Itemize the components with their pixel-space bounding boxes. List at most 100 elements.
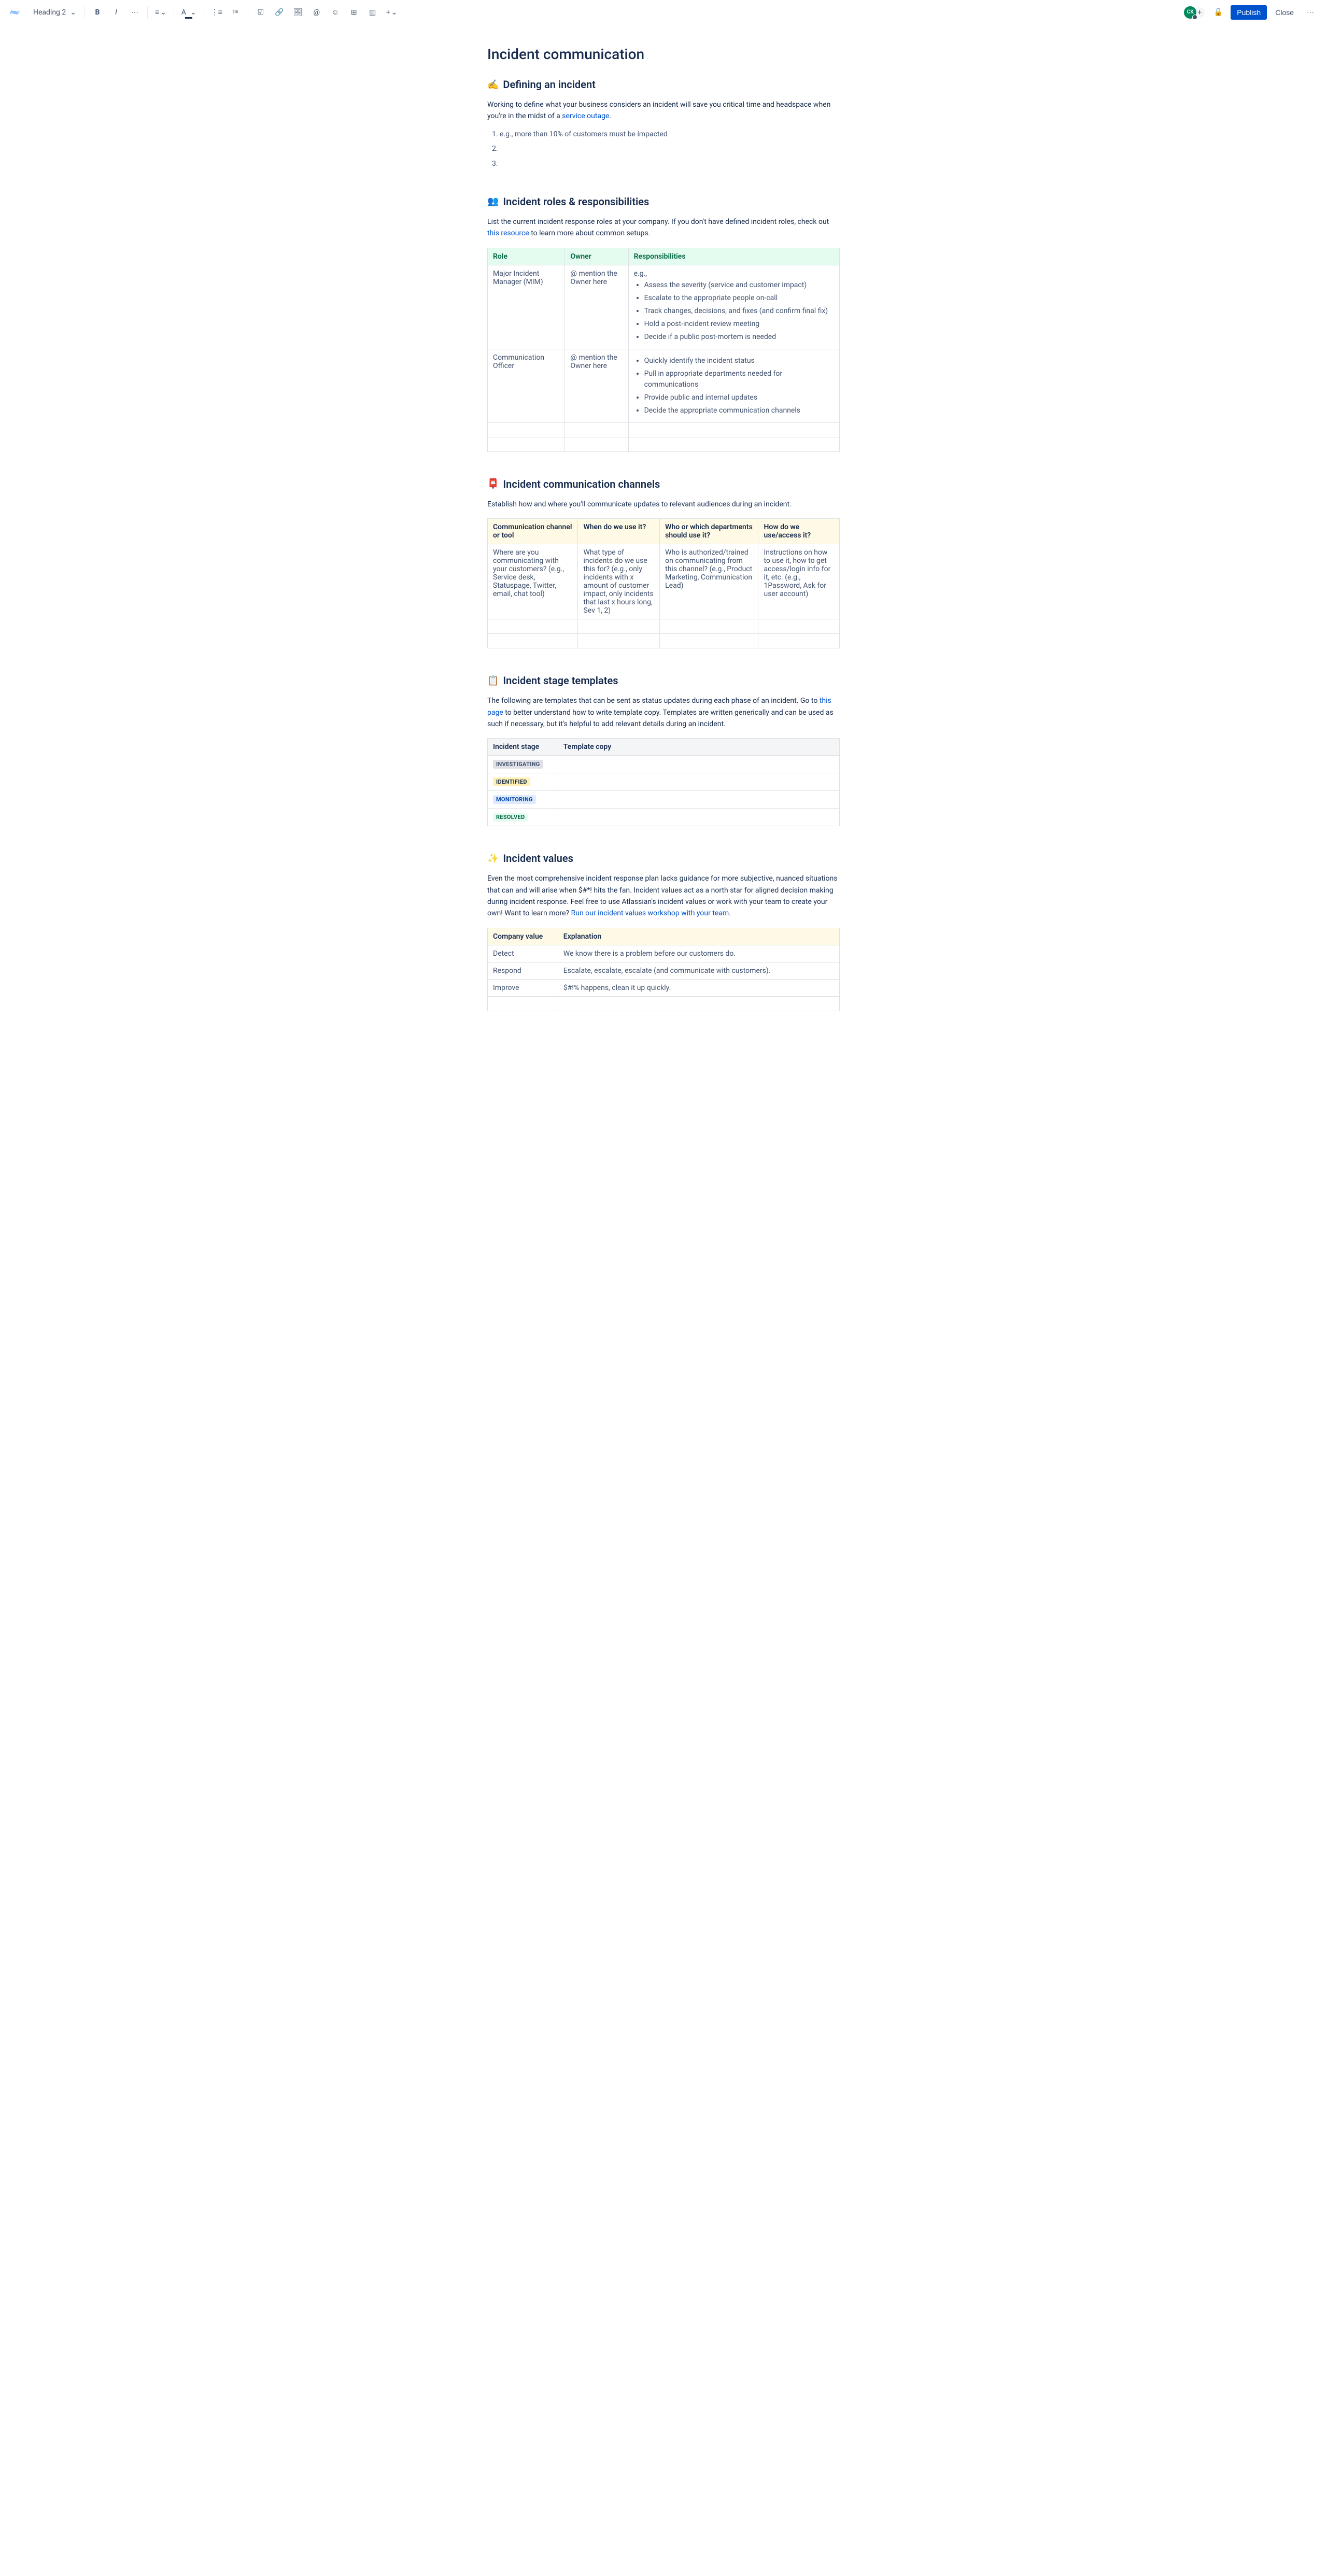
table-row[interactable]: MONITORING xyxy=(488,791,840,809)
resource-link[interactable]: this resource xyxy=(487,229,529,237)
bullet-list-icon: ⋮≡ xyxy=(211,8,222,17)
cell-stage[interactable]: INVESTIGATING xyxy=(488,756,558,773)
link-button[interactable]: 🔗 xyxy=(271,4,288,21)
sparkles-emoji: ✨ xyxy=(487,853,499,864)
table-row[interactable]: RespondEscalate, escalate, escalate (and… xyxy=(488,962,840,979)
cell[interactable]: Who is authorized/trained on communicati… xyxy=(660,544,758,619)
heading-roles[interactable]: 👥 Incident roles & responsibilities xyxy=(487,195,840,208)
cell-value[interactable]: Detect xyxy=(488,945,558,962)
cell-stage[interactable]: IDENTIFIED xyxy=(488,773,558,791)
confluence-logo-icon[interactable] xyxy=(8,6,21,19)
th-value: Company value xyxy=(488,928,558,945)
cell-explanation[interactable]: Escalate, escalate, escalate (and commun… xyxy=(558,962,839,979)
cell[interactable] xyxy=(558,809,839,826)
publish-button[interactable]: Publish xyxy=(1231,5,1267,20)
table-row[interactable]: Communication Officer @ mention the Owne… xyxy=(488,349,840,422)
page-title[interactable]: Incident communication xyxy=(487,46,840,63)
channels-table[interactable]: Communication channel or tool When do we… xyxy=(487,518,840,648)
table-row[interactable]: Major Incident Manager (MIM) @ mention t… xyxy=(488,265,840,349)
bullet-list-button[interactable]: ⋮≡ xyxy=(208,4,225,21)
table-row[interactable]: IDENTIFIED xyxy=(488,773,840,791)
action-item-button[interactable]: ☑ xyxy=(252,4,269,21)
chevron-down-icon: ⌄ xyxy=(70,8,76,17)
close-button[interactable]: Close xyxy=(1271,5,1298,20)
numbered-list-icon: 1≡ xyxy=(232,9,238,15)
list-item[interactable] xyxy=(500,158,840,169)
th: When do we use it? xyxy=(578,519,660,544)
table-row[interactable] xyxy=(488,619,840,634)
mention-button[interactable]: @ xyxy=(308,4,325,21)
templates-table[interactable]: Incident stage Template copy INVESTIGATI… xyxy=(487,738,840,826)
cell-explanation[interactable]: $#!% happens, clean it up quickly. xyxy=(558,979,839,996)
cell-explanation[interactable]: We know there is a problem before our cu… xyxy=(558,945,839,962)
table-button[interactable]: ⊞ xyxy=(346,4,362,21)
values-table[interactable]: Company value Explanation DetectWe know … xyxy=(487,928,840,1011)
table-row[interactable]: Where are you communicating with your cu… xyxy=(488,544,840,619)
cell-owner[interactable]: @ mention the Owner here xyxy=(565,349,628,422)
table-row[interactable]: INVESTIGATING xyxy=(488,756,840,773)
cell-role[interactable]: Communication Officer xyxy=(488,349,565,422)
heading-templates[interactable]: 📋 Incident stage templates xyxy=(487,674,840,687)
list-item: Assess the severity (service and custome… xyxy=(644,280,834,291)
th-responsibilities: Responsibilities xyxy=(628,248,839,265)
cell-value[interactable]: Improve xyxy=(488,979,558,996)
numbered-list-button[interactable]: 1≡ xyxy=(227,4,244,21)
table-row[interactable] xyxy=(488,996,840,1011)
emoji-button[interactable]: ☺ xyxy=(327,4,344,21)
more-actions-button[interactable]: ⋯ xyxy=(1302,4,1319,21)
restrictions-button[interactable]: 🔓 xyxy=(1210,4,1226,21)
defining-list[interactable]: e.g., more than 10% of customers must be… xyxy=(500,129,840,169)
user-avatar[interactable]: CK xyxy=(1184,6,1196,19)
text-color-button[interactable]: A ⌄ xyxy=(178,4,200,21)
cell-stage[interactable]: RESOLVED xyxy=(488,809,558,826)
cell-owner[interactable]: @ mention the Owner here xyxy=(565,265,628,349)
table-row[interactable]: DetectWe know there is a problem before … xyxy=(488,945,840,962)
layout-icon: ▥ xyxy=(369,8,376,17)
italic-button[interactable]: I xyxy=(108,4,124,21)
paragraph[interactable]: List the current incident response roles… xyxy=(487,216,840,239)
workshop-link[interactable]: Run our incident values workshop with yo… xyxy=(571,909,729,917)
cell[interactable]: What type of incidents do we use this fo… xyxy=(578,544,660,619)
bold-button[interactable]: B xyxy=(89,4,106,21)
th-owner: Owner xyxy=(565,248,628,265)
heading-values[interactable]: ✨ Incident values xyxy=(487,852,840,865)
table-row[interactable] xyxy=(488,422,840,437)
paragraph[interactable]: Even the most comprehensive incident res… xyxy=(487,873,840,919)
cell[interactable] xyxy=(558,756,839,773)
editor-toolbar: Heading 2 ⌄ B I ⋯ ≡ ⌄ A ⌄ ⋮≡ 1≡ ☑ 🔗 🖼 @ … xyxy=(0,0,1327,25)
cell-resp[interactable]: e.g., Assess the severity (service and c… xyxy=(628,265,839,349)
list-item: Pull in appropriate departments needed f… xyxy=(644,369,834,390)
paragraph[interactable]: Working to define what your business con… xyxy=(487,99,840,122)
table-row[interactable] xyxy=(488,634,840,648)
table-row[interactable]: RESOLVED xyxy=(488,809,840,826)
paragraph[interactable]: The following are templates that can be … xyxy=(487,695,840,730)
service-outage-link[interactable]: service outage xyxy=(562,112,609,120)
list-item[interactable]: e.g., more than 10% of customers must be… xyxy=(500,129,840,140)
table-row[interactable] xyxy=(488,437,840,451)
layout-button[interactable]: ▥ xyxy=(364,4,381,21)
cell[interactable]: Instructions on how to use it, how to ge… xyxy=(758,544,840,619)
th-stage: Incident stage xyxy=(488,739,558,756)
th-copy: Template copy xyxy=(558,739,839,756)
cell[interactable]: Where are you communicating with your cu… xyxy=(488,544,578,619)
cell-resp[interactable]: Quickly identify the incident status Pul… xyxy=(628,349,839,422)
cell-value[interactable]: Respond xyxy=(488,962,558,979)
cell[interactable] xyxy=(558,773,839,791)
image-button[interactable]: 🖼 xyxy=(290,4,306,21)
heading-defining[interactable]: ✍️ Defining an incident xyxy=(487,78,840,91)
chevron-down-icon: ⌄ xyxy=(391,8,398,17)
heading-channels[interactable]: 📮 Incident communication channels xyxy=(487,478,840,490)
cell-role[interactable]: Major Incident Manager (MIM) xyxy=(488,265,565,349)
cell-stage[interactable]: MONITORING xyxy=(488,791,558,809)
cell[interactable] xyxy=(558,791,839,809)
roles-table[interactable]: Role Owner Responsibilities Major Incide… xyxy=(487,248,840,452)
table-row[interactable]: Improve$#!% happens, clean it up quickly… xyxy=(488,979,840,996)
th: Communication channel or tool xyxy=(488,519,578,544)
text-style-dropdown[interactable]: Heading 2 ⌄ xyxy=(29,6,80,19)
more-formatting-button[interactable]: ⋯ xyxy=(126,4,143,21)
list-item[interactable] xyxy=(500,143,840,154)
paragraph[interactable]: Establish how and where you'll communica… xyxy=(487,499,840,510)
alignment-button[interactable]: ≡ ⌄ xyxy=(152,4,170,21)
insert-more-button[interactable]: + ⌄ xyxy=(383,4,401,21)
th-role: Role xyxy=(488,248,565,265)
